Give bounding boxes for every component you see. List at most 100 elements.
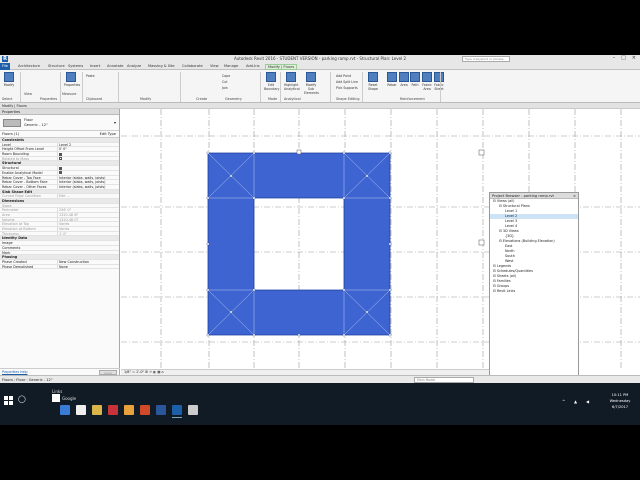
join-button[interactable]: Join [222,86,228,90]
browser-item-label: {3D} [505,234,515,238]
tab-analyze[interactable]: Analyze [127,64,141,68]
checkbox[interactable] [59,152,62,156]
reset-shape-button[interactable]: Reset Shape [366,72,380,91]
grid-bubble-icon[interactable] [478,149,485,156]
tab-insert[interactable]: Insert [90,64,100,68]
ribbon-button-label: Properties [64,83,81,87]
chrome-icon[interactable] [124,405,134,415]
ribbon-button-label: Fabric Area [422,83,432,91]
chevron-down-icon[interactable]: ▾ [114,120,116,125]
windows-start-icon[interactable] [4,396,14,406]
modify-sub-elements-icon [306,72,316,82]
browser-item[interactable]: ⊟ Revit Links [490,289,578,294]
ribbon-separator [118,72,119,102]
add-split-line-button[interactable]: Add Split Line [336,80,358,84]
highlight-analytical-icon [286,72,296,82]
status-bar: Floors : Floor : Generic - 12" Main Mode… [0,375,640,383]
browser-item-label: East [505,244,513,248]
browser-item-label: Structural Plans [502,204,530,208]
windows-taskbar: ◯ [0,383,640,425]
fabric-sheet-button[interactable]: Fabric Sheet [432,72,446,91]
network-icon[interactable]: ▲ [574,399,577,404]
ribbon-group-measure: Measure [62,92,77,96]
pick-supports-button[interactable]: Pick Supports [336,86,358,90]
fabric-sheet-icon [434,72,444,82]
explorer-icon[interactable] [188,405,198,415]
edit-boundary-button[interactable]: Edit Boundary [264,72,280,91]
ribbon-separator [260,72,261,102]
close-icon[interactable]: × [632,55,636,61]
word-icon[interactable] [156,405,166,415]
tab-file[interactable]: File [0,63,11,70]
property-value[interactable]: None [57,264,117,269]
ribbon-button-label: Edit Boundary [264,83,280,91]
grid-bubble-icon[interactable] [478,239,485,246]
ribbon-group-properties: Properties [40,97,58,101]
tab-manage[interactable]: Manage [224,64,238,68]
add-point-button[interactable]: Add Point [336,74,351,78]
ribbon-button-label: Modify Sub Elements [304,83,319,95]
highlight-analytical-button[interactable]: Highlight Analytical [284,72,300,91]
instance-filter[interactable]: Floors (1) Edit Type [0,131,119,138]
property-row[interactable]: Phase Demolished None [0,264,119,270]
browser-item-label: Sheets (all) [496,274,517,278]
ribbon-group-select: Select [2,97,13,101]
ribbon-button-label: Rebar [387,83,397,87]
title-bar: R Autodesk Revit 2016 - STUDENT VERSION … [0,55,640,63]
chevron-up-icon[interactable]: ^ [562,399,565,404]
cursor-icon [4,72,14,82]
files-icon[interactable] [92,405,102,415]
maximize-icon[interactable]: □ [621,55,626,61]
view-scale[interactable]: 1/8" = 1'-0" [124,370,144,374]
tab-structure[interactable]: Structure [48,64,65,68]
checkbox[interactable] [59,157,62,161]
ribbon-group-analytical: Analytical [284,97,301,101]
tab-view[interactable]: View [210,64,219,68]
volume-icon[interactable]: ◀ [586,399,589,404]
edge-icon[interactable] [60,405,70,415]
modify-button[interactable]: Modify [2,72,16,87]
tab-annotate[interactable]: Annotate [107,64,123,68]
tab-collaborate[interactable]: Collaborate [182,64,203,68]
properties-footer: Properties help Apply [0,368,120,375]
grid-bubble-icon[interactable] [296,149,302,155]
properties-table: Constraints Level Level 2 Height Offset Fro… [0,138,119,270]
tab-massing-site[interactable]: Massing & Site [148,64,175,68]
ribbon-group-reinforcement: Reinforcement [400,97,425,101]
floor-type-swatch-icon [3,119,21,127]
tab-add-ins[interactable]: Add-Ins [246,64,259,68]
project-browser: Project Browser - parking ramp.rvt × ⊟ Vi… [489,192,579,383]
edit-type-button[interactable]: Edit Type [100,131,116,138]
taskbar-clock[interactable]: 10:11 PM Wednesday 6/7/2017 [604,392,636,410]
revit-t-icon[interactable] [108,405,118,415]
letterbox-bottom [0,425,640,480]
ribbon-separator [82,72,83,102]
clock-date: 6/7/2017 [611,405,629,409]
office-icon[interactable] [140,405,150,415]
checkbox[interactable] [59,166,62,170]
store-icon[interactable] [76,405,86,415]
tab-architecture[interactable]: Architecture [18,64,40,68]
minimize-icon[interactable]: – [613,55,616,61]
browser-item-label: West [505,259,514,263]
ribbon-group-create: Create [196,97,208,101]
properties-help-link[interactable]: Properties help [2,370,28,374]
browser-item-label: Level 3 [505,219,518,223]
window-title: Autodesk Revit 2016 - STUDENT VERSION - … [234,56,406,61]
browser-item-label: Schedules/Quantities [496,269,533,273]
revit-window: R Autodesk Revit 2016 - STUDENT VERSION … [0,55,640,383]
cut-button[interactable]: Cut [222,80,228,84]
properties-button[interactable]: Properties [64,72,81,87]
modify-sub-elements-button[interactable]: Modify Sub Elements [304,72,319,95]
revit-icon[interactable] [172,405,182,418]
search-input[interactable]: Type a keyword or phrase [462,56,510,62]
cortana-search-icon[interactable]: ◯ [18,395,26,403]
tab-systems[interactable]: Systems [68,64,83,68]
cope-button[interactable]: Cope [222,74,230,78]
paste-button[interactable]: Paste [86,74,95,78]
type-selector[interactable]: Floor Generic - 12" ▾ [0,115,119,131]
ribbon-button-label: Path [411,83,419,87]
checkbox[interactable] [59,171,62,175]
taskbar-tooltip: Links Google [52,389,76,402]
reset-shape-icon [368,72,378,82]
